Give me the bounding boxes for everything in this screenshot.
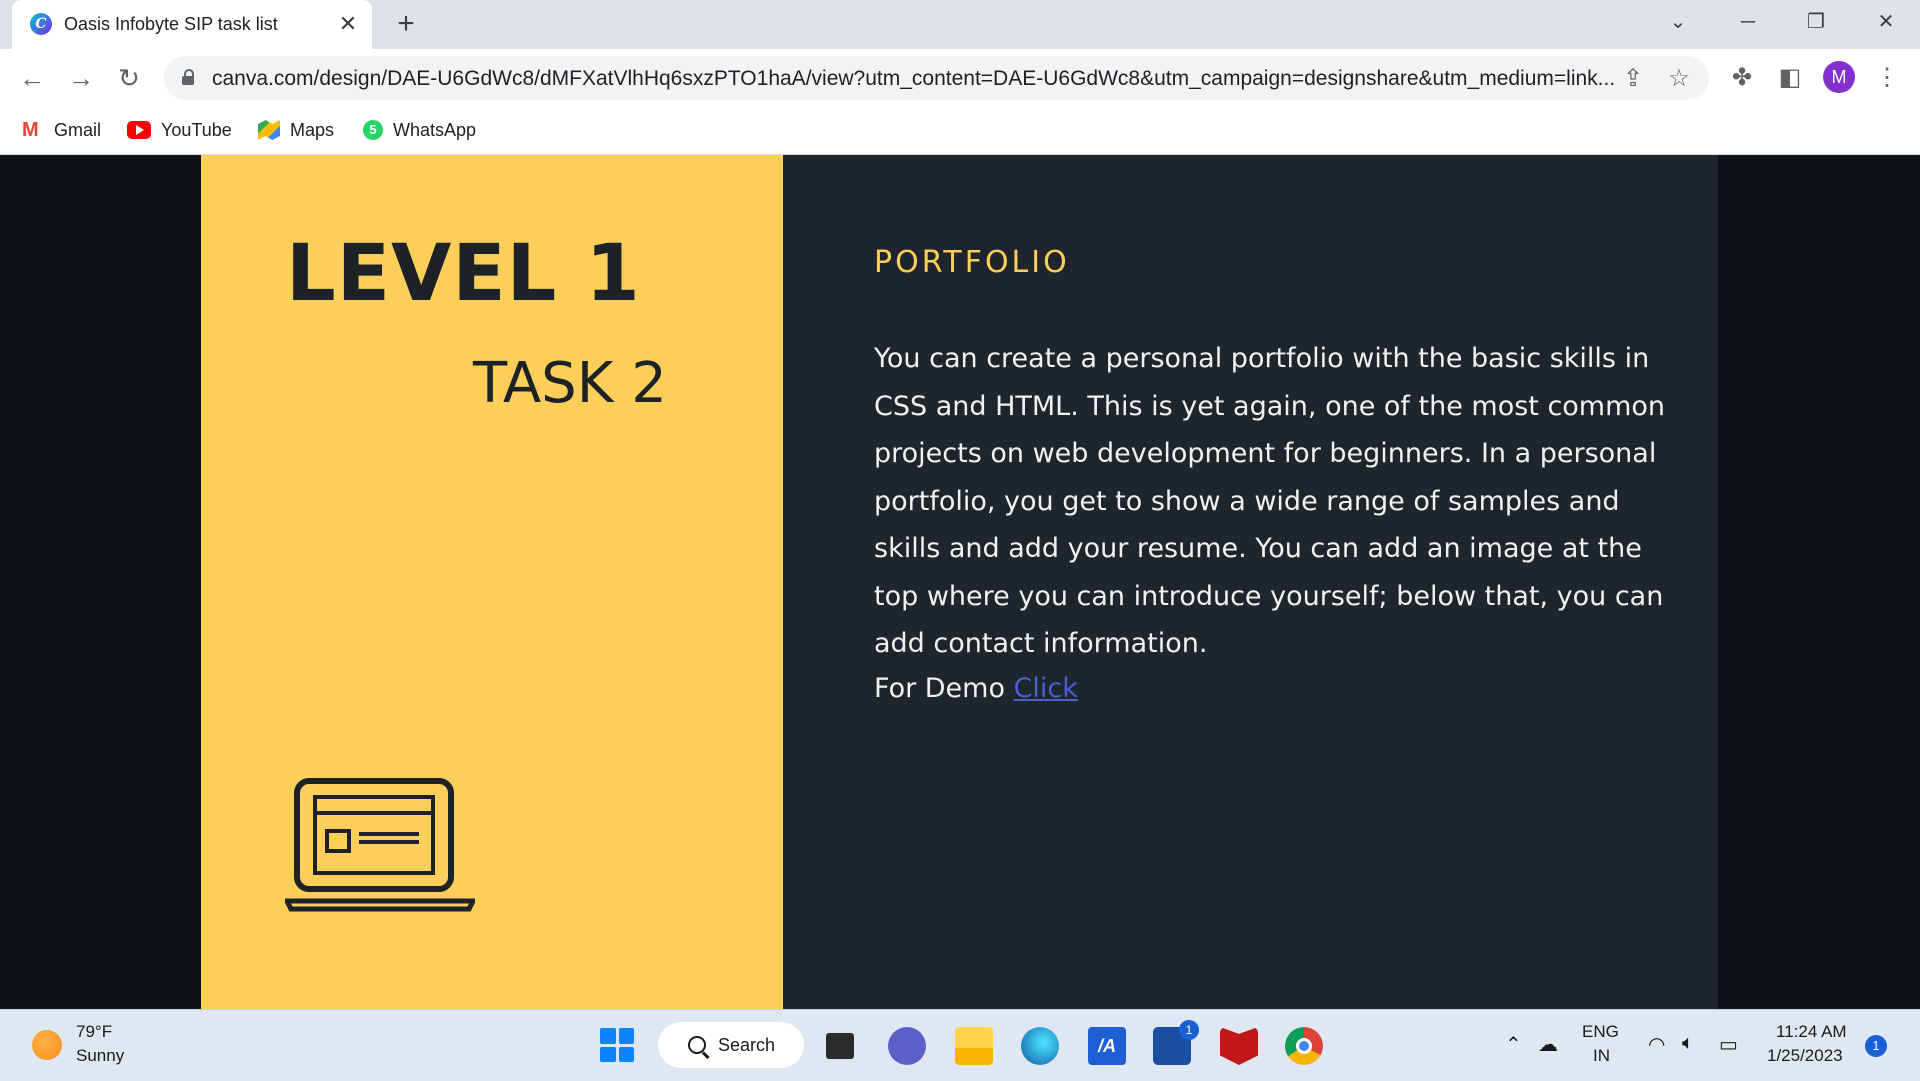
maps-icon [258,120,280,140]
chevron-up-icon[interactable]: ⌃ [1505,1032,1522,1057]
forward-button[interactable]: → [64,61,98,95]
close-window-button[interactable]: ✕ [1866,6,1906,38]
language-line1[interactable]: ENG [1582,1022,1619,1042]
demo-line: For Demo Click [874,665,1078,713]
side-panel-icon[interactable]: ◧ [1773,61,1807,95]
clock-time[interactable]: 11:24 AM [1776,1022,1847,1042]
bookmark-youtube[interactable]: YouTube [127,115,232,145]
minimize-button[interactable]: ─ [1728,6,1768,38]
active-tab[interactable]: C Oasis Infobyte SIP task list ✕ [12,0,372,49]
profile-avatar[interactable]: M [1823,61,1855,93]
whatsapp-icon: 5 [363,120,383,140]
task-title: TASK 2 [473,351,667,416]
windows-start-icon[interactable] [600,1028,634,1062]
bookmark-label: Maps [290,119,335,140]
address-bar[interactable]: canva.com/design/DAE-U6GdWc8/dMFXatVlhHq… [164,56,1709,100]
bookmarks-bar: M Gmail YouTube Maps 5 WhatsApp [0,107,1920,155]
extensions-icon[interactable]: ✤ [1725,61,1759,95]
browser-toolbar: ← → ↻ canva.com/design/DAE-U6GdWc8/dMFXa… [0,49,1920,107]
tab-search-chevron-icon[interactable]: ⌄ [1658,6,1698,38]
bookmark-label: YouTube [161,119,232,140]
chrome-icon[interactable] [1285,1027,1323,1065]
visual-studio-icon[interactable]: /A [1088,1027,1126,1065]
volume-icon[interactable]: 🔈︎ [1682,1032,1694,1055]
taskbar-search[interactable]: Search [658,1022,804,1068]
tab-title: Oasis Infobyte SIP task list [64,14,278,34]
laptop-icon [285,778,475,912]
description-text: You can create a personal portfolio with… [874,343,1666,659]
demo-prefix: For Demo [874,673,1014,704]
new-tab-button[interactable]: + [390,8,422,40]
tab-bar: C Oasis Infobyte SIP task list ✕ + ⌄ ─ ❐… [0,0,1920,49]
section-heading: PORTFOLIO [874,245,1070,280]
share-icon[interactable]: ⇪ [1618,64,1648,94]
slide-left-panel: LEVEL 1 TASK 2 [201,155,783,1009]
notification-badge[interactable]: 1 [1865,1035,1887,1057]
bookmark-label: WhatsApp [393,119,477,140]
bookmark-whatsapp[interactable]: 5 WhatsApp [363,115,476,145]
task-view-icon[interactable] [826,1033,854,1059]
canva-favicon-icon: C [30,13,52,35]
sun-icon[interactable] [32,1030,62,1060]
menu-kebab-icon[interactable]: ⋮ [1870,61,1904,95]
teams-chat-icon[interactable] [888,1027,926,1065]
url-text[interactable]: canva.com/design/DAE-U6GdWc8/dMFXatVlhHq… [212,67,1615,91]
bookmark-gmail[interactable]: M Gmail [22,115,101,145]
youtube-icon [127,121,151,139]
onedrive-cloud-icon[interactable]: ☁ [1538,1032,1558,1057]
mcafee-icon[interactable] [1220,1027,1258,1065]
page-viewport: LEVEL 1 TASK 2 PORTFOLIO You can create … [0,155,1920,1009]
tab-close-icon[interactable]: ✕ [334,10,362,38]
gmail-icon: M [22,119,39,141]
bookmark-star-icon[interactable]: ☆ [1664,64,1694,94]
bookmark-label: Gmail [54,119,102,140]
edge-icon[interactable] [1021,1027,1059,1065]
language-line2[interactable]: IN [1593,1046,1610,1066]
search-label: Search [718,1034,776,1055]
reload-button[interactable]: ↻ [112,61,146,95]
lock-icon[interactable] [182,69,194,85]
slide-right-panel: PORTFOLIO You can create a personal port… [783,155,1718,1009]
search-icon [688,1036,706,1054]
back-button[interactable]: ← [15,61,49,95]
file-explorer-icon[interactable] [955,1027,993,1065]
demo-link[interactable]: Click [1014,673,1078,704]
weather-temperature[interactable]: 79°F [76,1022,112,1042]
battery-icon[interactable]: ▭ [1719,1032,1738,1057]
level-title: LEVEL 1 [286,229,641,319]
bookmark-maps[interactable]: Maps [258,115,334,145]
weather-condition[interactable]: Sunny [76,1046,124,1066]
store-badge: 1 [1179,1020,1199,1040]
clock-date[interactable]: 1/25/2023 [1767,1046,1843,1066]
wifi-icon[interactable]: ◠ [1648,1032,1665,1057]
taskbar: 79°F Sunny Search /A 1 ⌃ ☁ ENG IN ◠ 🔈︎ ▭… [0,1009,1920,1081]
restore-button[interactable]: ❐ [1796,6,1836,38]
